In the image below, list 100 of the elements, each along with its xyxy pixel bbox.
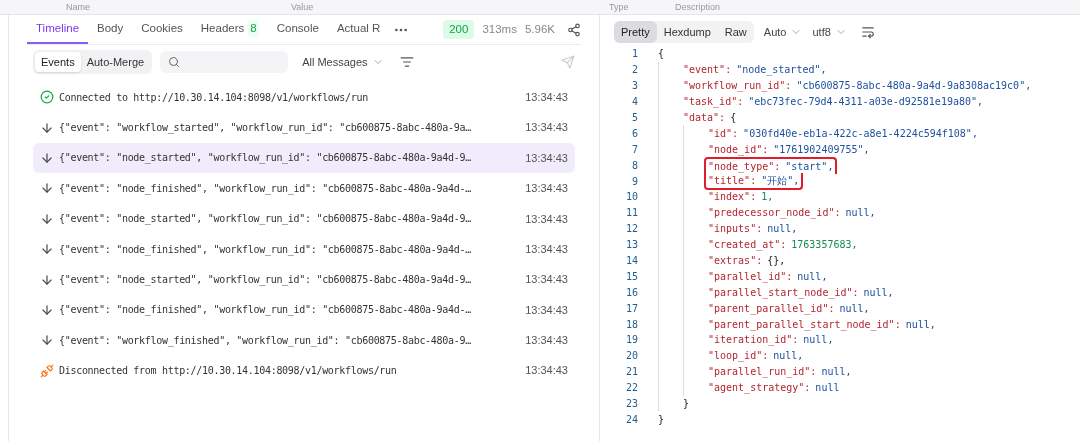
count-badge: 8 xyxy=(248,19,259,38)
line-number: 4 xyxy=(630,95,638,110)
line-number: 7 xyxy=(630,142,638,157)
arrow-down-icon xyxy=(40,333,54,348)
line-number: 3 xyxy=(630,79,638,94)
column-header: Type xyxy=(609,3,630,12)
event-row[interactable]: {"event": "node_started", "workflow_run_id": "cb600875-8abc-480a-9a4d-9… 13:34:43 xyxy=(33,203,575,234)
arrow-down-icon xyxy=(40,302,54,317)
response-tab[interactable]: Body xyxy=(88,15,133,44)
event-row[interactable]: Connected to http://10.30.14.104:8098/v1/workflows/run 13:34:43 xyxy=(33,82,575,113)
message-filter-dropdown[interactable]: All Messages xyxy=(302,53,384,71)
arrow-down-icon xyxy=(40,150,54,165)
connected-icon xyxy=(40,90,54,105)
json-key: "event": xyxy=(683,62,732,78)
event-time: 13:34:43 xyxy=(525,150,568,166)
event-time: 13:34:43 xyxy=(525,302,568,318)
response-size: 5.96K xyxy=(524,21,555,37)
body-mode-tab[interactable]: Pretty xyxy=(614,20,657,44)
event-message: Disconnected from http://10.30.14.104:8098/v1/workflows/run xyxy=(59,364,397,379)
response-tab[interactable]: Actual R xyxy=(327,15,390,44)
json-key: "iteration_id": xyxy=(708,332,799,348)
response-tab[interactable]: Timeline xyxy=(27,15,89,44)
line-number: 14 xyxy=(624,254,638,268)
line-number: 17 xyxy=(624,301,638,316)
json-key: "created_at": xyxy=(708,237,787,253)
option-dropdown[interactable]: utf8 xyxy=(812,23,847,41)
status-code-badge: 200 xyxy=(443,19,475,40)
event-row[interactable]: {"event": "workflow_finished", "workflow_run_id": "cb600875-8abc-480a-9… 13:34:43 xyxy=(33,325,575,356)
event-row[interactable]: {"event": "node_finished", "workflow_run_id": "cb600875-8abc-480a-9a4d-… 13:34:43 xyxy=(33,173,575,204)
event-row[interactable]: {"event": "node_finished", "workflow_run_id": "cb600875-8abc-480a-9a4d-… 13:34:43 xyxy=(33,233,575,265)
json-key: "extras": xyxy=(708,253,763,268)
arrow-down-icon xyxy=(40,181,54,196)
json-value: null, xyxy=(845,206,876,221)
line-number: 6 xyxy=(630,126,638,141)
wrap-text-icon[interactable] xyxy=(860,25,875,39)
event-time: 13:34:43 xyxy=(525,89,568,105)
json-value: } xyxy=(658,412,665,427)
line-number: 9 xyxy=(630,174,638,189)
disconnected-icon xyxy=(40,363,54,378)
share-icon[interactable] xyxy=(567,22,581,37)
event-time: 13:34:43 xyxy=(525,272,568,288)
arrow-down-icon xyxy=(40,211,54,226)
option-dropdown[interactable]: Auto xyxy=(763,23,803,41)
json-value: 1763357683, xyxy=(791,238,858,253)
json-key: "inputs": xyxy=(708,221,763,237)
line-number: 22 xyxy=(624,381,638,396)
line-number: 5 xyxy=(630,111,638,125)
json-value: null, xyxy=(803,333,834,348)
column-header: Value xyxy=(291,3,315,12)
line-number: 10 xyxy=(624,190,638,205)
json-key: "parallel_start_node_id": xyxy=(708,284,859,300)
event-message: {"event": "workflow_started", "workflow_run_id": "cb600875-8abc-480a-9a… xyxy=(59,121,471,136)
line-number: 13 xyxy=(624,238,638,253)
json-value: 1, xyxy=(761,190,774,205)
line-number: 24 xyxy=(624,412,638,427)
json-value: null, xyxy=(905,317,936,332)
response-tab[interactable]: Headers 8 xyxy=(191,15,268,44)
line-number: 21 xyxy=(624,365,638,380)
search-field[interactable] xyxy=(160,51,289,73)
event-time: 13:34:43 xyxy=(525,120,568,136)
line-number: 23 xyxy=(624,397,638,412)
event-message: {"event": "node_started", "workflow_run_id": "cb600875-8abc-480a-9a4d-9… xyxy=(59,212,471,227)
line-number: 11 xyxy=(624,206,638,221)
view-mode-tab[interactable]: Events xyxy=(35,51,81,73)
json-value: null, xyxy=(839,301,870,316)
event-row[interactable]: {"event": "node_finished", "workflow_run_id": "cb600875-8abc-480a-9a4d-… 13:34:43 xyxy=(33,294,575,326)
json-key: "parent_parallel_id": xyxy=(708,300,835,316)
json-key: "data": xyxy=(683,110,726,125)
json-key: "parent_parallel_start_node_id": xyxy=(708,316,901,332)
json-value: null xyxy=(815,381,840,396)
json-value: {}, xyxy=(767,254,786,268)
json-value: null, xyxy=(863,285,894,300)
response-tab[interactable]: Cookies xyxy=(132,15,192,44)
event-time: 13:34:43 xyxy=(525,363,568,379)
json-value: null, xyxy=(767,222,798,237)
arrow-down-icon xyxy=(40,242,54,257)
line-number: 16 xyxy=(624,285,638,300)
line-number: 15 xyxy=(624,269,638,284)
search-icon xyxy=(168,56,181,68)
event-time: 13:34:43 xyxy=(525,211,568,227)
json-key: "agent_strategy": xyxy=(708,380,811,396)
event-time: 13:34:43 xyxy=(525,333,568,349)
column-header: Description xyxy=(675,3,721,12)
json-key: "workflow_run_id": xyxy=(683,78,792,94)
event-message: {"event": "node_started", "workflow_run_id": "cb600875-8abc-480a-9a4d-9… xyxy=(59,273,471,288)
event-row[interactable]: {"event": "workflow_started", "workflow_run_id": "cb600875-8abc-480a-9a… 13:34:43 xyxy=(33,112,575,143)
event-row[interactable]: Disconnected from http://10.30.14.104:8098/v1/workflows/run 13:34:43 xyxy=(33,355,575,386)
line-number: 12 xyxy=(624,222,638,237)
json-key: "parallel_id": xyxy=(708,268,793,284)
view-mode-tab[interactable]: Auto-Merge xyxy=(80,51,151,73)
event-time: 13:34:43 xyxy=(525,241,568,257)
body-mode-tab[interactable]: Hexdump xyxy=(656,20,718,44)
line-number: 18 xyxy=(624,317,638,332)
response-tab[interactable]: Console xyxy=(267,15,328,44)
body-mode-tab[interactable]: Raw xyxy=(717,20,754,44)
event-row[interactable]: {"event": "node_started", "workflow_run_id": "cb600875-8abc-480a-9a4d-9… 13:34:43 xyxy=(33,142,575,174)
event-row[interactable]: {"event": "node_started", "workflow_run_id": "cb600875-8abc-480a-9a4d-9… 13:34:43 xyxy=(33,264,575,295)
json-value: "node_started", xyxy=(736,63,827,78)
json-key: "title": xyxy=(708,172,757,188)
line-number: 19 xyxy=(624,333,638,348)
